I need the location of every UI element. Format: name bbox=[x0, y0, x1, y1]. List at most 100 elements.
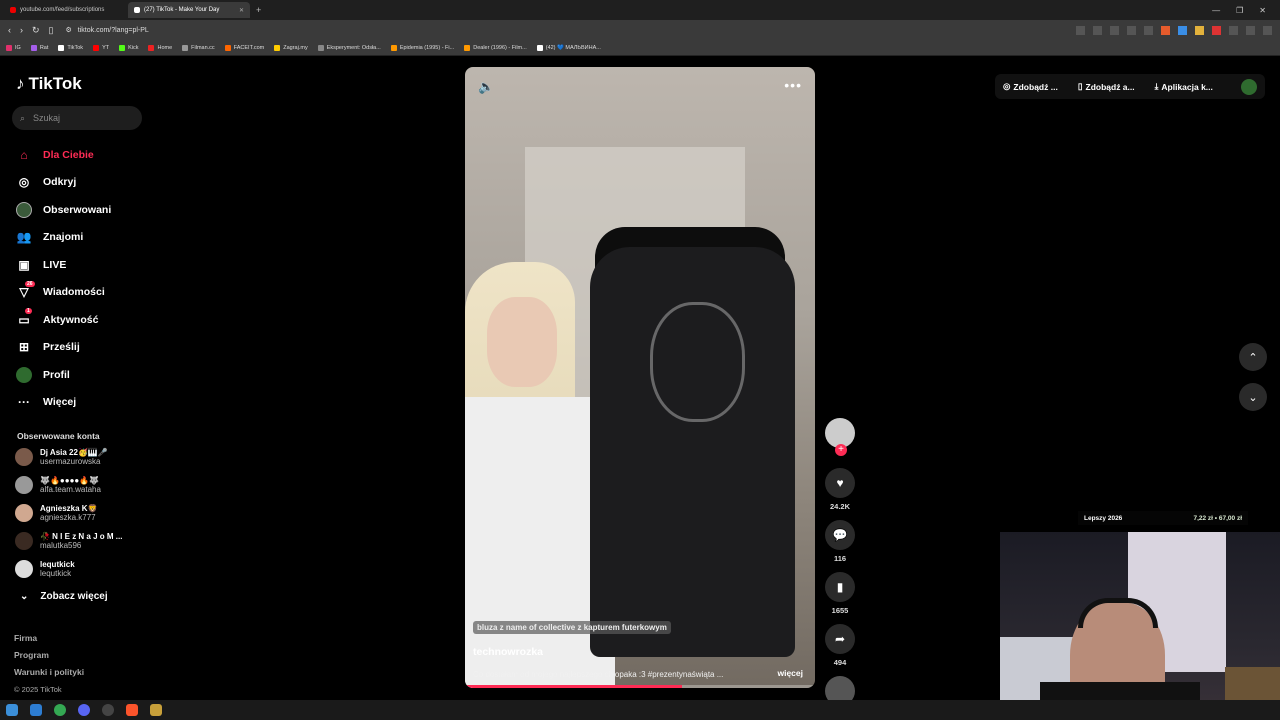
brave-shield-icon[interactable] bbox=[1161, 25, 1170, 35]
share-icon[interactable] bbox=[1144, 25, 1153, 35]
windows-start-icon[interactable] bbox=[6, 704, 18, 716]
friends-icon: 👥 bbox=[16, 230, 32, 245]
sidebar-item-znajomi[interactable]: 👥 Znajomi bbox=[16, 224, 111, 252]
profile-avatar[interactable] bbox=[1241, 78, 1257, 95]
extension-icon[interactable] bbox=[1093, 25, 1102, 35]
bookmark-icon: ▮ bbox=[825, 572, 855, 602]
minimize-icon[interactable]: — bbox=[1212, 6, 1220, 15]
follow-plus-icon[interactable]: + bbox=[835, 444, 847, 456]
sidebar-item-wiecej[interactable]: ··· Więcej bbox=[16, 389, 111, 417]
extension-icon[interactable] bbox=[1178, 25, 1187, 35]
stream-overlay-bar: Lepszy 2026 7,22 zł • 67,00 zł bbox=[1078, 511, 1248, 525]
bookmark-item[interactable]: Kick bbox=[119, 44, 138, 51]
sidebar: ♪ TikTok ⌕ Szukaj ⌂ Dla Ciebie ◎ Odkryj Ob… bbox=[0, 56, 160, 700]
close-tab-icon[interactable]: ✕ bbox=[239, 7, 244, 14]
url-field[interactable]: ⚙ tiktok.com/?lang=pl-PL bbox=[66, 26, 149, 35]
footer-link[interactable]: Program bbox=[14, 647, 84, 664]
download-icon[interactable] bbox=[1246, 25, 1255, 35]
following-account[interactable]: Dj Asia 22🥳🎹🎤 usermazurowska bbox=[15, 448, 108, 466]
chrome-icon[interactable] bbox=[54, 704, 66, 716]
sidebar-item-obserwowani[interactable]: Obserwowani bbox=[16, 196, 111, 224]
close-window-icon[interactable]: ✕ bbox=[1259, 6, 1266, 15]
like-button[interactable]: ♥ 24.2K bbox=[823, 468, 857, 511]
search-input[interactable]: ⌕ Szukaj bbox=[12, 106, 142, 130]
share-button[interactable]: ➦ 494 bbox=[823, 624, 857, 667]
avatar: + bbox=[825, 418, 855, 456]
restore-icon[interactable]: ❐ bbox=[1236, 6, 1243, 15]
bookmark-item[interactable]: Rat bbox=[30, 44, 48, 51]
footer-link[interactable]: Firma bbox=[14, 630, 84, 647]
comment-icon: 💬 bbox=[825, 520, 855, 550]
volume-icon[interactable]: 🔈 bbox=[478, 79, 494, 95]
extension-icon[interactable] bbox=[1195, 25, 1204, 35]
get-app-button[interactable]: ▯ Zdobądź a... bbox=[1078, 81, 1135, 92]
more-button[interactable]: więcej bbox=[777, 668, 803, 678]
bookmark-item[interactable]: FACEIT.com bbox=[224, 44, 264, 51]
sidebar-item-live[interactable]: ▣ LIVE bbox=[16, 251, 111, 279]
tab-youtube[interactable]: youtube.com/feed/subscriptions bbox=[4, 2, 124, 18]
like-count: 24.2K bbox=[829, 502, 850, 511]
next-video-button[interactable]: ⌄ bbox=[1239, 383, 1267, 411]
sidebar-item-wiadomosci[interactable]: ▽ 26 Wiadomości bbox=[16, 279, 111, 307]
bookmark-icon[interactable]: ▯ bbox=[49, 25, 54, 36]
bookmark-item[interactable]: Zagraj.my bbox=[274, 44, 308, 51]
chevron-down-icon: ⌄ bbox=[20, 591, 29, 602]
save-button[interactable]: ▮ 1655 bbox=[823, 572, 857, 615]
bookmark-item[interactable]: Filman.cc bbox=[182, 44, 215, 51]
creator-avatar[interactable]: + bbox=[823, 418, 857, 456]
video-author[interactable]: technowrozka bbox=[473, 646, 543, 658]
extension-icon[interactable] bbox=[1229, 25, 1238, 35]
tab-tiktok[interactable]: (27) TikTok - Make Your Day ✕ bbox=[128, 2, 250, 18]
youtube-icon bbox=[10, 7, 16, 13]
bookmark-item[interactable]: Eksperyment: Odsła... bbox=[317, 44, 381, 51]
sidebar-item-aktywnosc[interactable]: ▭ 1 Aktywność bbox=[16, 306, 111, 334]
bookmark-item[interactable]: YT bbox=[93, 44, 109, 51]
video-progress-bar[interactable] bbox=[465, 685, 815, 688]
bookmark-item[interactable]: Dealer (1996) - Film... bbox=[464, 44, 527, 51]
product-tag[interactable]: bluza z name of collective z kapturem fu… bbox=[473, 621, 671, 634]
new-tab-button[interactable]: + bbox=[256, 5, 261, 15]
bookmark-item[interactable]: TikTok bbox=[58, 44, 83, 51]
following-account[interactable]: lequtkick lequtkick bbox=[15, 560, 75, 578]
back-icon[interactable]: ‹ bbox=[8, 25, 11, 36]
brave-icon[interactable] bbox=[126, 704, 138, 716]
menu-icon[interactable] bbox=[1263, 25, 1272, 35]
chevron-up-icon: ⌃ bbox=[1248, 351, 1258, 364]
sidebar-item-dla-ciebie[interactable]: ⌂ Dla Ciebie bbox=[16, 141, 111, 169]
sidebar-item-przeslij[interactable]: ⊞ Prześlij bbox=[16, 334, 111, 362]
comment-button[interactable]: 💬 116 bbox=[823, 520, 857, 563]
reload-icon[interactable]: ↻ bbox=[32, 25, 40, 36]
sidebar-item-odkryj[interactable]: ◎ Odkryj bbox=[16, 169, 111, 197]
previous-video-button[interactable]: ⌃ bbox=[1239, 343, 1267, 371]
discord-icon[interactable] bbox=[78, 704, 90, 716]
following-account[interactable]: 🥀 N I E z N a J o M ... malutka596 bbox=[15, 532, 122, 550]
site-info-icon[interactable]: ⚙ bbox=[66, 26, 72, 34]
following-accounts-title: Obserwowane konta bbox=[17, 431, 100, 441]
following-account[interactable]: Agnieszka K🦁 agnieszka.k777 bbox=[15, 504, 98, 522]
obs-icon[interactable] bbox=[102, 704, 114, 716]
app-icon[interactable] bbox=[30, 704, 42, 716]
forward-icon[interactable]: › bbox=[20, 25, 23, 36]
desktop-app-button[interactable]: ⤓ Aplikacja k... bbox=[1155, 81, 1213, 92]
zoom-icon[interactable] bbox=[1127, 25, 1136, 35]
video-person-face bbox=[487, 297, 557, 387]
see-more-button[interactable]: ⌄ Zobacz więcej bbox=[20, 591, 108, 602]
bookmark-item[interactable]: Home bbox=[148, 44, 172, 51]
messages-badge: 26 bbox=[25, 280, 35, 287]
tiktok-logo[interactable]: ♪ TikTok bbox=[16, 74, 82, 94]
bookmark-item[interactable]: IG bbox=[6, 44, 21, 51]
video-player[interactable]: 🔈 ••• bluza z name of collective z kaptu… bbox=[465, 67, 815, 688]
extension-icon[interactable] bbox=[1076, 25, 1085, 35]
app-icon[interactable] bbox=[150, 704, 162, 716]
following-account[interactable]: 🐺🔥●●●●🔥🐺 alfa.team.wataha bbox=[15, 476, 101, 494]
share-icon: ➦ bbox=[825, 624, 855, 654]
sidebar-item-profil[interactable]: Profil bbox=[16, 361, 111, 389]
extension-icon[interactable] bbox=[1110, 25, 1119, 35]
more-options-icon[interactable]: ••• bbox=[784, 77, 802, 93]
video-description: Co dostałam od mojego najlepszego chłopa… bbox=[473, 670, 724, 679]
footer-link[interactable]: Warunki i polityki bbox=[14, 664, 84, 681]
get-coins-button[interactable]: ◎ Zdobądź ... bbox=[1003, 81, 1058, 92]
bookmark-item[interactable]: Epidemia (1995) - Fi... bbox=[390, 44, 454, 51]
bookmark-item[interactable]: (42) 💙 МАЛЬВИНА... bbox=[536, 44, 601, 51]
extension-icon[interactable] bbox=[1212, 25, 1221, 35]
